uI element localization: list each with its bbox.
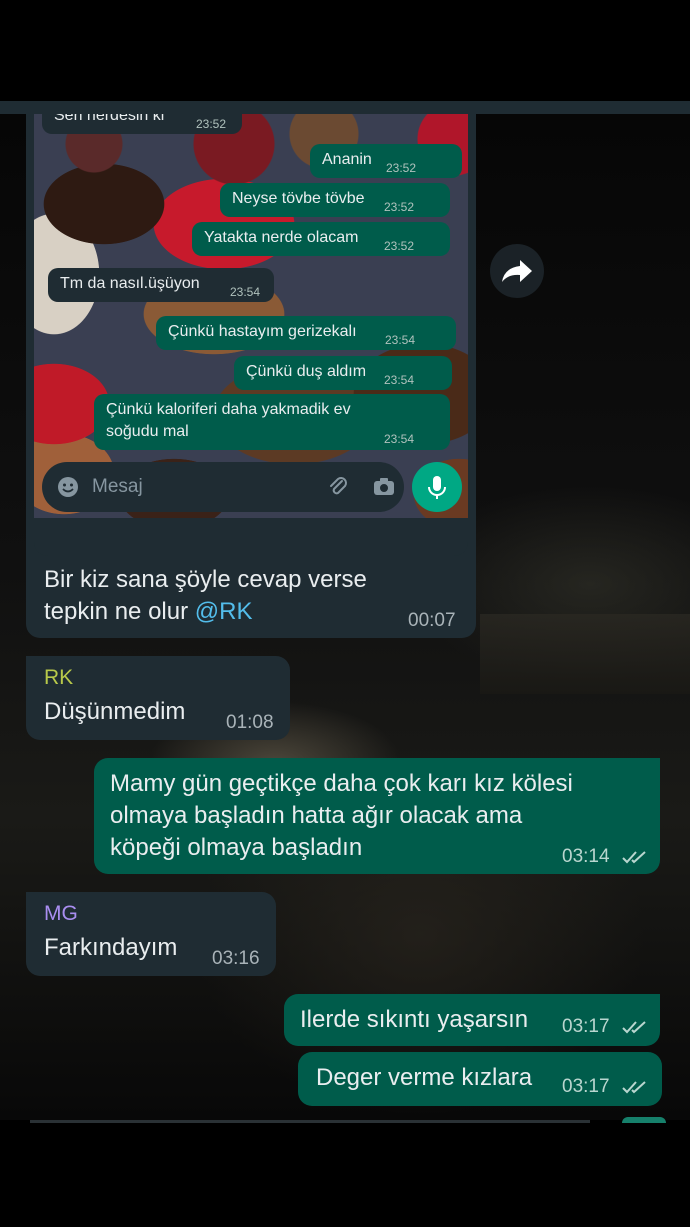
background-wall	[480, 614, 690, 694]
sender-name: RK	[44, 666, 74, 689]
shot-input-placeholder: Mesaj	[92, 476, 143, 497]
mention-link[interactable]: @RK	[195, 598, 253, 625]
top-bar	[0, 101, 690, 114]
attach-icon	[326, 475, 350, 504]
outgoing-message[interactable]: Deger verme kızlara 03:17	[298, 1052, 662, 1106]
message-text-prefix: tepkin ne olur	[44, 598, 195, 625]
double-check-icon	[622, 1081, 646, 1094]
message-text: Deger verme kızlara	[316, 1064, 533, 1091]
message-text-line2: olmaya başladın hatta ağır olacak ama	[110, 802, 523, 829]
mic-icon	[412, 462, 462, 512]
message-text: Ilerde sıkıntı yaşarsın	[300, 1006, 529, 1033]
message-text-line1: Bir kiz sana şöyle cevap verse	[44, 566, 367, 593]
double-check-icon	[622, 851, 646, 864]
message-time: 03:17	[562, 1016, 649, 1038]
shot-message: Sen nerdesin ki 23:52	[42, 114, 242, 134]
shot-message: Çünkü kaloriferi daha yakmadik ev soğudu…	[94, 394, 450, 450]
message-time: 00:07	[408, 610, 456, 631]
embedded-chat-screenshot[interactable]: Sen nerdesin ki 23:52 Ananin 23:52 Neyse…	[34, 114, 468, 518]
outgoing-message[interactable]: Ilerde sıkıntı yaşarsın 03:17	[284, 994, 660, 1046]
image-footer	[34, 518, 468, 556]
message-text-line1: Mamy gün geçtikçe daha çok karı kız köle…	[110, 770, 573, 797]
emoji-icon	[56, 475, 80, 504]
incoming-message-rk[interactable]: RK Düşünmedim 01:08	[26, 656, 290, 740]
shot-message: Tm da nasıl.üşüyon 23:54	[48, 268, 274, 302]
message-text-line2: tepkin ne olur @RK	[44, 596, 252, 628]
send-button-edge[interactable]	[622, 1117, 666, 1123]
message-text: Düşünmedim	[44, 698, 186, 725]
shot-message: Neyse tövbe tövbe 23:52	[220, 183, 450, 217]
shot-message: Çünkü hastayım gerizekalı 23:54	[156, 316, 456, 350]
input-bar-edge	[30, 1120, 590, 1123]
message-time: 03:14	[562, 846, 649, 868]
shot-message: Çünkü duş aldım 23:54	[234, 356, 452, 390]
shot-message: Yatakta nerde olacam 23:52	[192, 222, 450, 256]
camera-icon	[372, 475, 396, 504]
message-text: Farkındayım	[44, 934, 178, 961]
double-check-icon	[622, 1021, 646, 1034]
message-time: 01:08	[226, 712, 274, 733]
outgoing-message[interactable]: Mamy gün geçtikçe daha çok karı kız köle…	[94, 758, 660, 874]
forward-arrow-icon	[502, 260, 532, 282]
message-time: 03:16	[212, 948, 260, 969]
incoming-message-mg[interactable]: MG Farkındayım 03:16	[26, 892, 276, 976]
message-time: 03:17	[562, 1076, 649, 1098]
shot-message: Ananin 23:52	[310, 144, 462, 178]
message-text-line3: köpeği olmaya başladın	[110, 834, 363, 861]
sender-name: MG	[44, 902, 78, 925]
forward-button[interactable]	[490, 244, 544, 298]
shot-message-input: Mesaj	[42, 462, 404, 512]
bottom-area	[0, 1120, 690, 1227]
